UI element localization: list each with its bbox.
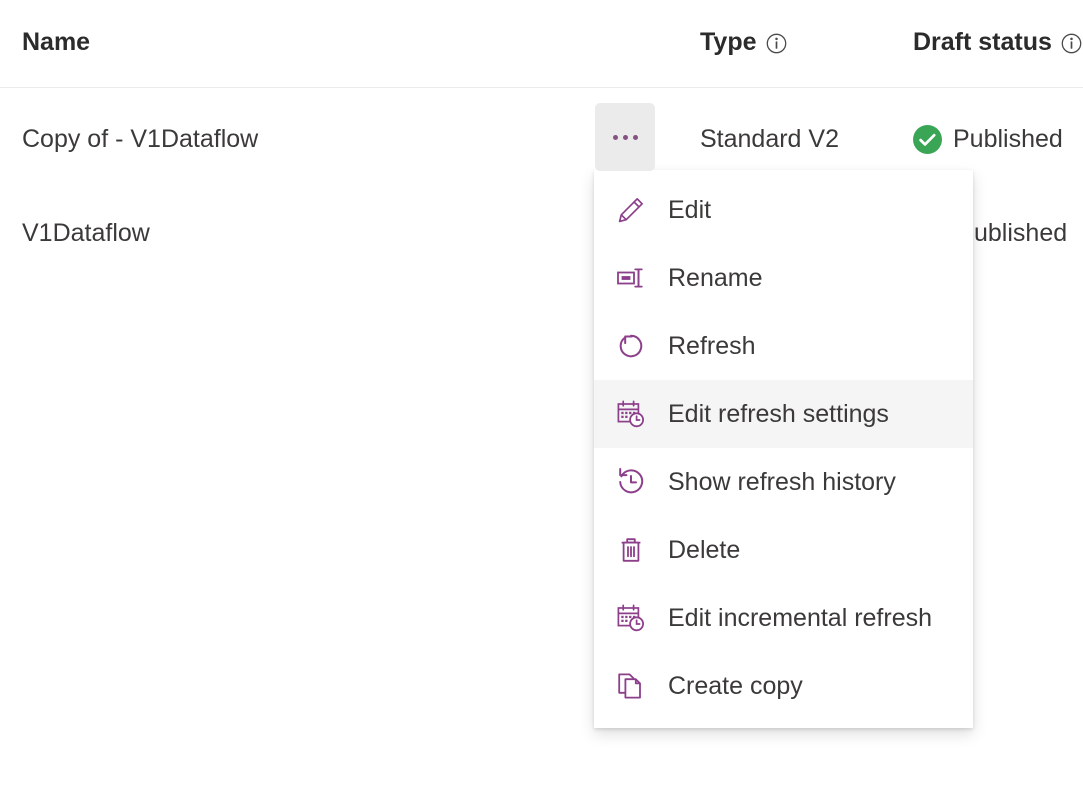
ellipsis-icon [612,134,618,140]
info-icon[interactable] [766,33,787,54]
context-menu: Edit Rename Refresh Edit refresh setting… [594,170,973,728]
info-icon[interactable] [1061,33,1082,54]
dataflow-name: Copy of - V1Dataflow [22,124,259,153]
history-clock-icon [612,465,650,499]
rename-icon [612,261,650,295]
menu-item-create-copy[interactable]: Create copy [594,652,973,720]
menu-item-label: Rename [668,263,763,292]
menu-item-label: Edit [668,195,712,224]
pencil-icon [612,193,650,227]
refresh-icon [612,329,650,363]
menu-item-delete[interactable]: Delete [594,516,973,584]
column-header-draft-status-label: Draft status [913,28,1052,56]
menu-item-refresh[interactable]: Refresh [594,312,973,380]
menu-item-label: Edit incremental refresh [668,603,933,632]
menu-item-edit-incremental-refresh[interactable]: Edit incremental refresh [594,584,973,652]
status-badge: Published [913,124,1063,154]
menu-item-label: Create copy [668,671,803,700]
dataflow-type: Standard V2 [700,124,839,153]
menu-item-label: Delete [668,535,741,564]
column-header-draft-status[interactable]: Draft status [913,28,1082,57]
cell-name[interactable]: V1Dataflow [22,186,150,280]
menu-item-label: Refresh [668,331,756,360]
copy-pages-icon [612,669,650,703]
menu-item-show-refresh-history[interactable]: Show refresh history [594,448,973,516]
trash-icon [612,533,650,567]
checkmark-circle-icon [913,124,942,154]
menu-item-label: Edit refresh settings [668,399,889,428]
draft-status-label: Published [953,124,1063,153]
column-header-name[interactable]: Name [22,28,90,57]
menu-item-rename[interactable]: Rename [594,244,973,312]
calendar-clock-icon [612,397,650,431]
dataflow-name: V1Dataflow [22,218,150,247]
menu-item-edit[interactable]: Edit [594,176,973,244]
draft-status-label: ublished [974,218,1068,247]
more-options-button[interactable] [595,103,655,171]
menu-item-label: Show refresh history [668,467,896,496]
ellipsis-icon [622,134,628,140]
ellipsis-icon [632,134,638,140]
column-header-name-label: Name [22,28,91,56]
menu-item-edit-refresh-settings[interactable]: Edit refresh settings [594,380,973,448]
cell-name[interactable]: Copy of - V1Dataflow [22,92,258,186]
calendar-clock-icon [612,601,650,635]
column-header-type[interactable]: Type [700,28,787,57]
cell-draft-status: ublished [974,186,1067,280]
column-header-type-label: Type [700,28,757,56]
table-header-row: Name Type Draft status [0,0,1083,88]
